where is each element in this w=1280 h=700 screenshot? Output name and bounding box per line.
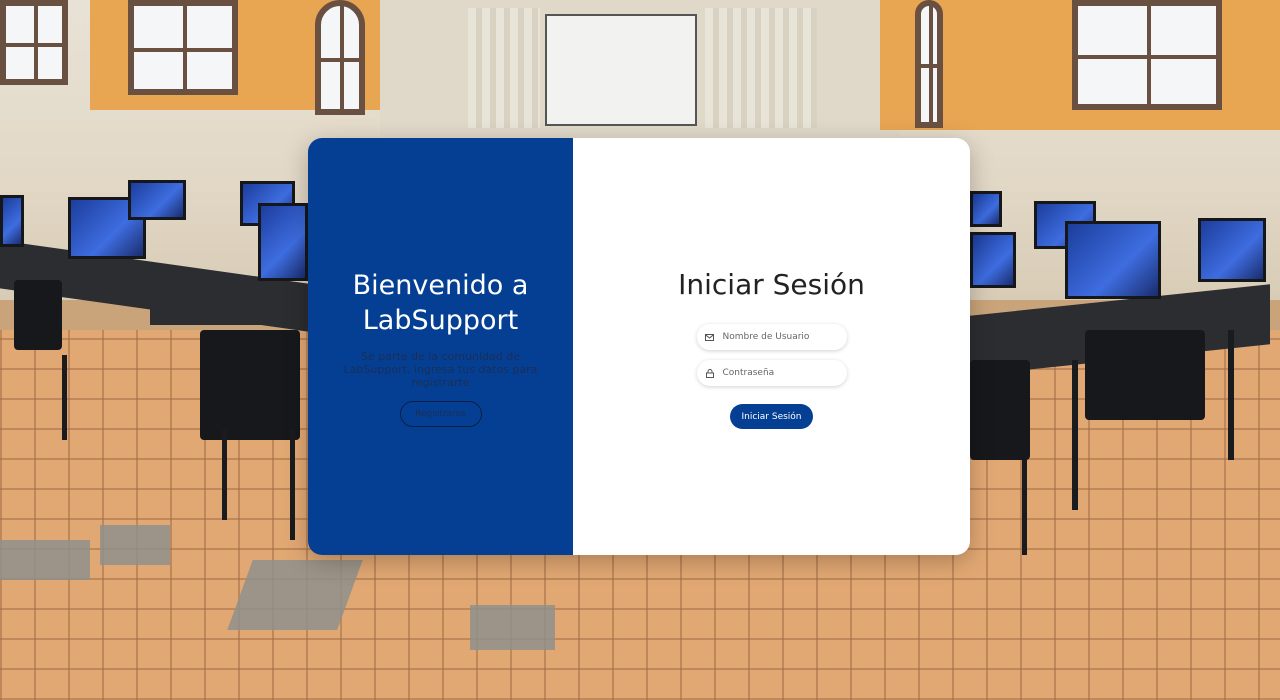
- password-input[interactable]: [720, 367, 835, 379]
- login-button[interactable]: Iniciar Sesión: [730, 404, 813, 429]
- welcome-panel: Bienvenido a LabSupport Se parte de la c…: [308, 138, 573, 555]
- welcome-title: Bienvenido a LabSupport: [352, 270, 529, 336]
- welcome-subtitle: Se parte de la comunidad de LabSupport, …: [343, 350, 538, 389]
- projector-screen: [545, 14, 697, 126]
- login-panel: Iniciar Sesión Iniciar Sesión: [573, 138, 970, 555]
- login-title: Iniciar Sesión: [678, 268, 865, 301]
- password-field[interactable]: [696, 360, 847, 386]
- register-button[interactable]: Registrarse: [399, 401, 482, 427]
- lock-icon: [705, 368, 715, 378]
- auth-card: Bienvenido a LabSupport Se parte de la c…: [308, 138, 970, 555]
- username-field[interactable]: [696, 324, 847, 350]
- mail-icon: [705, 332, 715, 342]
- username-input[interactable]: [720, 331, 835, 343]
